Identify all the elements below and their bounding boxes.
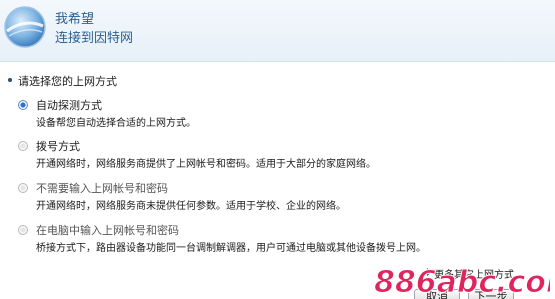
option-description: 设备帮您自动选择合适的上网方式。 bbox=[36, 118, 196, 129]
option-title: 不需要输入上网帐号和密码 bbox=[36, 182, 168, 195]
radio-auto-detect[interactable] bbox=[18, 100, 28, 110]
option-description: 开通网络时，网络服务商未提供任何参数。适用于学校、企业的网络。 bbox=[36, 201, 346, 212]
option-title: 拨号方式 bbox=[36, 140, 80, 153]
watermark: 886abc.com bbox=[374, 265, 551, 299]
globe-icon bbox=[4, 6, 46, 48]
prompt-label: 请选择您的上网方式 bbox=[18, 75, 117, 88]
option-description: 桥接方式下，路由器设备功能同一台调制解调器，用户可通过电脑或其他设备拨号上网。 bbox=[36, 243, 426, 254]
option-description: 开通网络时，网络服务商提供了上网帐号和密码。适用于大部分的家庭网络。 bbox=[36, 159, 376, 170]
radio-bridge[interactable] bbox=[18, 225, 28, 235]
header-banner: 我希望 连接到因特网 bbox=[0, 0, 555, 62]
radio-no-account[interactable] bbox=[18, 183, 28, 193]
watermark-text: 886abc.com bbox=[374, 265, 550, 298]
bullet-icon bbox=[8, 78, 12, 82]
header-subtitle: 连接到因特网 bbox=[55, 31, 134, 46]
radio-dial-up[interactable] bbox=[18, 141, 28, 151]
option-title: 自动探测方式 bbox=[36, 99, 102, 112]
header-title: 我希望 bbox=[55, 12, 95, 27]
option-title: 在电脑中输入上网帐号和密码 bbox=[36, 224, 179, 237]
